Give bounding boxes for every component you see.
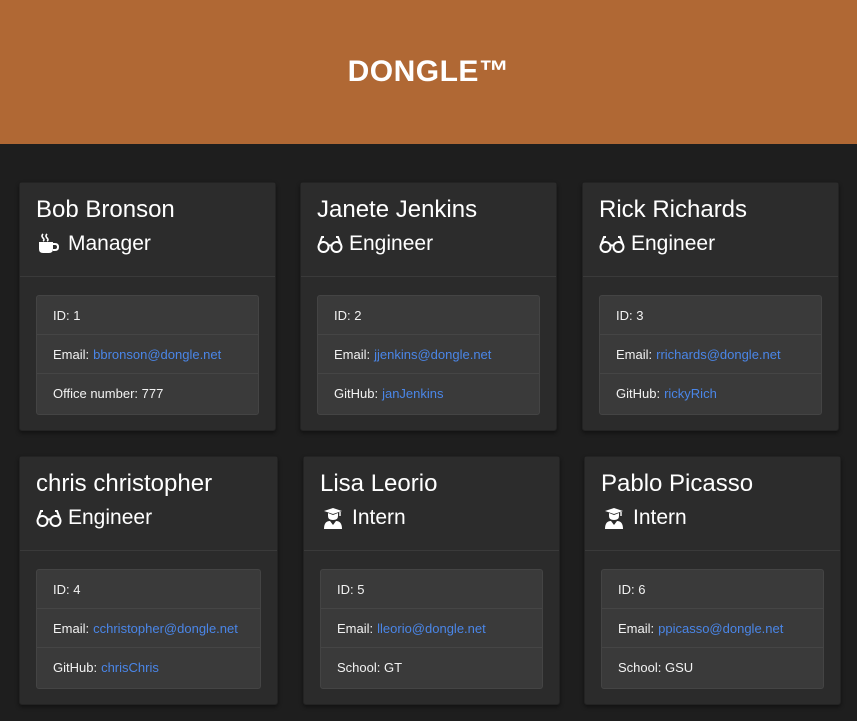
employee-name: chris christopher <box>36 470 213 497</box>
coffee-icon <box>36 233 62 255</box>
employee-role: Engineer <box>317 232 540 256</box>
email-row: Email: ppicasso@dongle.net <box>602 609 823 648</box>
graduate-icon <box>601 507 627 529</box>
card-header: chris christopher Engineer <box>20 457 277 551</box>
id-text: ID: 5 <box>337 581 365 597</box>
employee-card: Lisa Leorio Intern ID: 5 Email: lleorio@… <box>303 456 560 705</box>
email-link[interactable]: bbronson@dongle.net <box>93 347 221 362</box>
employee-card: chris christopher Engineer ID: 4 Email: … <box>19 456 278 705</box>
glasses-icon <box>36 507 62 529</box>
github-label: GitHub: <box>334 386 379 401</box>
email-row: Email: cchristopher@dongle.net <box>37 609 260 648</box>
employee-name: Bob Bronson <box>36 196 175 223</box>
info-list: ID: 4 Email: cchristopher@dongle.net Git… <box>36 569 261 689</box>
employee-role: Intern <box>601 506 824 530</box>
id-row: ID: 3 <box>600 296 821 335</box>
id-row: ID: 6 <box>602 570 823 609</box>
id-row: ID: 4 <box>37 570 260 609</box>
email-row: Email: lleorio@dongle.net <box>321 609 542 648</box>
card-header: Janete Jenkins Engineer <box>301 183 556 277</box>
github-link[interactable]: rickyRich <box>664 386 717 401</box>
github-label: GitHub: <box>53 660 98 675</box>
id-text: ID: 6 <box>618 581 646 597</box>
employee-role: Manager <box>36 232 259 256</box>
github-link[interactable]: chrisChris <box>101 660 159 675</box>
info-list: ID: 1 Email: bbronson@dongle.net Office … <box>36 295 259 415</box>
id-text: ID: 2 <box>334 307 362 323</box>
employee-name: Rick Richards <box>599 196 748 223</box>
office-number-row: Office number: 777 <box>37 374 258 413</box>
email-link[interactable]: rrichards@dongle.net <box>656 347 780 362</box>
employee-role: Engineer <box>599 232 822 256</box>
id-text: ID: 3 <box>616 307 644 323</box>
glasses-icon <box>317 233 343 255</box>
id-text: ID: 1 <box>53 307 81 323</box>
employee-name: Pablo Picasso <box>601 470 754 497</box>
role-label: Manager <box>68 232 151 255</box>
github-link[interactable]: janJenkins <box>382 386 443 401</box>
id-row: ID: 5 <box>321 570 542 609</box>
graduate-icon <box>320 507 346 529</box>
info-list: ID: 2 Email: jjenkins@dongle.net GitHub:… <box>317 295 540 415</box>
email-label: Email: <box>334 346 371 362</box>
page-header: DONGLE™ <box>0 0 857 144</box>
role-label: Engineer <box>68 506 153 529</box>
office-number-text: Office number: 777 <box>53 386 164 401</box>
school-row: School: GT <box>321 648 542 687</box>
email-row: Email: rrichards@dongle.net <box>600 335 821 374</box>
employee-role: Engineer <box>36 506 261 530</box>
employee-card: Rick Richards Engineer ID: 3 Email: rric… <box>582 182 839 431</box>
email-link[interactable]: ppicasso@dongle.net <box>658 621 783 636</box>
github-label: GitHub: <box>616 386 661 401</box>
email-row: Email: bbronson@dongle.net <box>37 335 258 374</box>
info-list: ID: 5 Email: lleorio@dongle.net School: … <box>320 569 543 689</box>
school-row: School: GSU <box>602 648 823 687</box>
email-link[interactable]: jjenkins@dongle.net <box>374 347 491 362</box>
info-list: ID: 3 Email: rrichards@dongle.net GitHub… <box>599 295 822 415</box>
email-label: Email: <box>53 620 90 636</box>
email-row: Email: jjenkins@dongle.net <box>318 335 539 374</box>
card-header: Bob Bronson Manager <box>20 183 275 277</box>
email-label: Email: <box>337 620 374 636</box>
github-row: GitHub: chrisChris <box>37 648 260 687</box>
school-text: School: GSU <box>618 660 694 675</box>
email-label: Email: <box>618 620 655 636</box>
school-text: School: GT <box>337 660 403 675</box>
card-header: Pablo Picasso Intern <box>585 457 840 551</box>
glasses-icon <box>599 233 625 255</box>
id-text: ID: 4 <box>53 581 81 597</box>
role-label: Engineer <box>631 232 716 255</box>
email-label: Email: <box>53 346 90 362</box>
role-label: Engineer <box>349 232 434 255</box>
employee-card: Janete Jenkins Engineer ID: 2 Email: jje… <box>300 182 557 431</box>
email-label: Email: <box>616 346 653 362</box>
role-label: Intern <box>352 506 406 529</box>
github-row: GitHub: rickyRich <box>600 374 821 413</box>
email-link[interactable]: cchristopher@dongle.net <box>93 621 238 636</box>
employee-card: Pablo Picasso Intern ID: 6 Email: ppicas… <box>584 456 841 705</box>
id-row: ID: 1 <box>37 296 258 335</box>
page-title: DONGLE™ <box>347 55 510 88</box>
id-row: ID: 2 <box>318 296 539 335</box>
info-list: ID: 6 Email: ppicasso@dongle.net School:… <box>601 569 824 689</box>
employee-name: Janete Jenkins <box>317 196 478 223</box>
employee-card: Bob Bronson Manager ID: 1 Email: bbronso… <box>19 182 276 431</box>
employee-name: Lisa Leorio <box>320 470 438 497</box>
email-link[interactable]: lleorio@dongle.net <box>377 621 486 636</box>
card-header: Rick Richards Engineer <box>583 183 838 277</box>
role-label: Intern <box>633 506 687 529</box>
employee-role: Intern <box>320 506 543 530</box>
github-row: GitHub: janJenkins <box>318 374 539 413</box>
card-header: Lisa Leorio Intern <box>304 457 559 551</box>
